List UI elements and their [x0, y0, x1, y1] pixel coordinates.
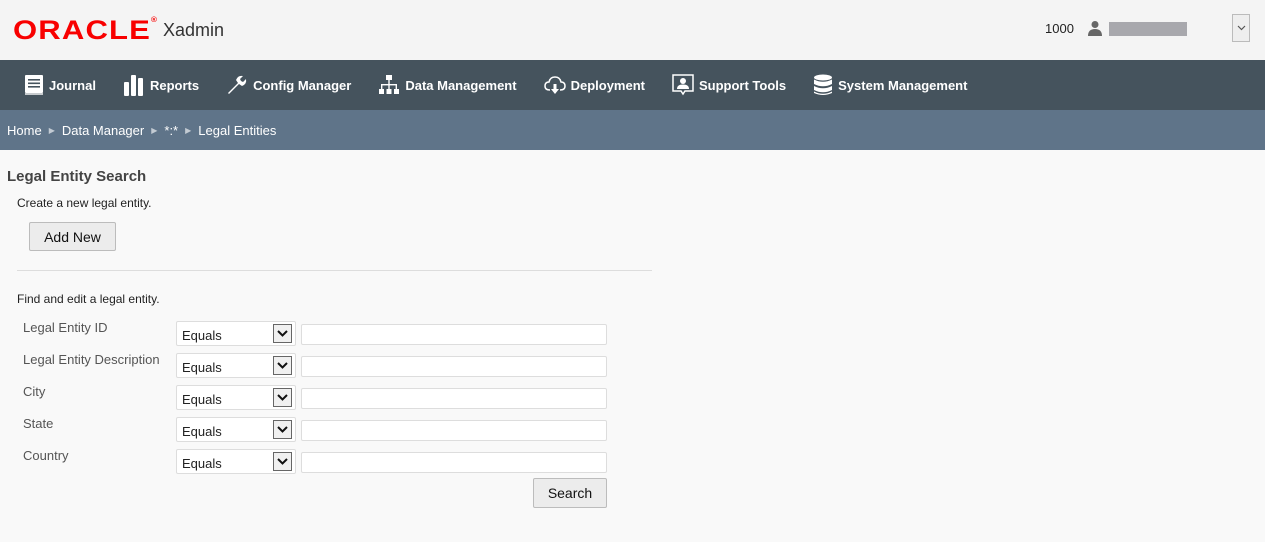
- support-person-icon: [672, 74, 694, 96]
- operator-value: Equals: [182, 328, 222, 343]
- operator-select[interactable]: Equals: [176, 321, 296, 346]
- nav-system-management[interactable]: System Management: [813, 60, 967, 110]
- state-input[interactable]: [301, 420, 607, 441]
- oracle-logo: ORACLE®: [13, 15, 159, 45]
- legal-entity-id-input[interactable]: [301, 324, 607, 345]
- nav-label: Data Management: [405, 77, 517, 93]
- breadcrumb-separator-icon: ▶: [48, 125, 55, 135]
- user-name-redacted: [1109, 22, 1187, 36]
- field-label: City: [23, 384, 46, 399]
- operator-select[interactable]: Equals: [176, 385, 296, 410]
- user-menu-button[interactable]: [1232, 14, 1250, 42]
- database-icon: [814, 74, 833, 95]
- chevron-down-icon: [273, 388, 292, 407]
- search-button[interactable]: Search: [533, 478, 607, 508]
- nav-label: Journal: [49, 77, 96, 93]
- chevron-down-icon: [273, 356, 292, 375]
- nav-data-management[interactable]: Data Management: [378, 60, 517, 110]
- nav-config-manager[interactable]: Config Manager: [226, 60, 351, 110]
- breadcrumb-separator-icon: ▶: [185, 125, 192, 135]
- operator-select[interactable]: Equals: [176, 353, 296, 378]
- user-id: 1000: [1045, 21, 1074, 36]
- nav-label: Reports: [149, 77, 200, 93]
- field-label: Country: [23, 448, 69, 463]
- cloud-download-icon: [543, 76, 566, 94]
- header: ORACLE® Xadmin 1000: [0, 0, 1265, 60]
- breadcrumb-data-manager[interactable]: Data Manager: [62, 123, 144, 138]
- add-new-button[interactable]: Add New: [29, 222, 116, 251]
- nav-support-tools[interactable]: Support Tools: [672, 60, 786, 110]
- operator-value: Equals: [182, 360, 222, 375]
- legal-entity-description-input[interactable]: [301, 356, 607, 377]
- app-name: Xadmin: [163, 20, 225, 40]
- find-description: Find and edit a legal entity.: [17, 292, 160, 306]
- breadcrumb: Home ▶ Data Manager ▶ *:* ▶ Legal Entiti…: [0, 110, 1265, 150]
- operator-value: Equals: [182, 456, 222, 471]
- breadcrumb-current: Legal Entities: [198, 122, 277, 138]
- hierarchy-icon: [379, 75, 400, 94]
- page-title: Legal Entity Search: [7, 168, 147, 185]
- field-label: State: [23, 416, 54, 431]
- breadcrumb-wildcard[interactable]: *:*: [164, 123, 178, 138]
- nav-label: System Management: [838, 77, 968, 93]
- field-label: Legal Entity Description: [23, 352, 160, 367]
- filter-row-legal-entity-id: Legal Entity ID Equals: [0, 320, 620, 348]
- operator-select[interactable]: Equals: [176, 449, 296, 474]
- operator-select[interactable]: Equals: [176, 417, 296, 442]
- bar-chart-icon: [123, 75, 143, 96]
- chevron-down-icon: [1237, 25, 1245, 31]
- filter-row-legal-entity-description: Legal Entity Description Equals: [0, 352, 620, 380]
- field-label: Legal Entity ID: [23, 320, 108, 335]
- divider: [17, 270, 652, 271]
- book-icon: [25, 75, 43, 95]
- filter-row-city: City Equals: [0, 384, 620, 412]
- chevron-down-icon: [273, 324, 292, 343]
- breadcrumb-separator-icon: ▶: [151, 125, 158, 135]
- nav-label: Deployment: [570, 77, 645, 93]
- create-description: Create a new legal entity.: [17, 196, 152, 210]
- main-nav: Journal Reports Config Manager Data Mana…: [0, 60, 1265, 110]
- nav-label: Support Tools: [698, 77, 787, 93]
- nav-label: Config Manager: [253, 77, 352, 93]
- nav-deployment[interactable]: Deployment: [543, 60, 645, 110]
- user-icon: [1088, 21, 1102, 36]
- breadcrumb-home[interactable]: Home: [7, 123, 42, 138]
- chevron-down-icon: [273, 420, 292, 439]
- country-input[interactable]: [301, 452, 607, 473]
- operator-value: Equals: [182, 392, 222, 407]
- filter-row-country: Country Equals: [0, 448, 620, 476]
- wrench-icon: [228, 75, 247, 94]
- chevron-down-icon: [273, 452, 292, 471]
- city-input[interactable]: [301, 388, 607, 409]
- nav-journal[interactable]: Journal: [24, 60, 96, 110]
- nav-reports[interactable]: Reports: [123, 60, 199, 110]
- operator-value: Equals: [182, 424, 222, 439]
- filter-row-state: State Equals: [0, 416, 620, 444]
